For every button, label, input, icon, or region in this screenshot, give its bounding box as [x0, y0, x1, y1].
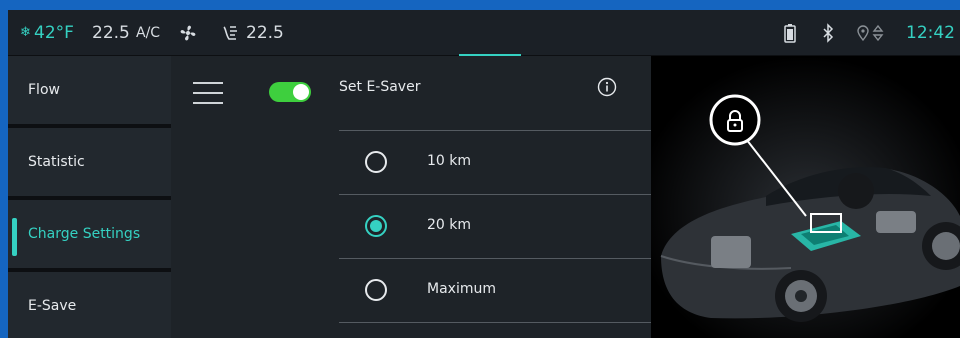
battery-icon [784, 10, 796, 55]
option-label: 10 km [427, 153, 472, 169]
e-saver-toggle[interactable] [269, 82, 311, 102]
snowflake-icon: ❄ [20, 25, 31, 40]
bluetooth-icon [822, 10, 834, 55]
menu-icon[interactable] [193, 82, 223, 104]
radio-button[interactable] [365, 279, 387, 301]
temp-right[interactable]: 22.5 [246, 10, 284, 55]
settings-panel: Set E-Saver 10 km 20 km Maximum [171, 56, 651, 338]
sidebar: Flow Statistic Charge Settings E-Save [8, 56, 171, 338]
infotainment-screen: ❄ 42°F 22.5 A/C 22.5 12:42 Flow Statisti… [8, 10, 960, 338]
temp-left[interactable]: 22.5 [92, 10, 130, 55]
vehicle-visualization [651, 56, 960, 338]
sidebar-item-flow[interactable]: Flow [8, 56, 171, 124]
radio-button-selected[interactable] [365, 215, 387, 237]
sidebar-item-charge-settings[interactable]: Charge Settings [8, 200, 171, 268]
option-label: 20 km [427, 217, 472, 233]
radio-button[interactable] [365, 151, 387, 173]
sidebar-item-e-save[interactable]: E-Save [8, 272, 171, 338]
fan-icon[interactable] [178, 10, 198, 55]
option-20-km[interactable]: 20 km [339, 195, 651, 258]
ac-button[interactable]: A/C [136, 10, 160, 55]
divider [339, 322, 651, 323]
sidebar-item-statistic[interactable]: Statistic [8, 128, 171, 196]
status-bar: ❄ 42°F 22.5 A/C 22.5 12:42 [8, 10, 960, 55]
e-saver-title: Set E-Saver [339, 79, 421, 95]
sidebar-item-label: Statistic [28, 154, 85, 170]
info-icon[interactable] [597, 77, 617, 97]
sidebar-item-label: Charge Settings [28, 226, 141, 242]
lock-icon[interactable] [711, 96, 759, 144]
outside-temperature: 42°F [34, 22, 74, 43]
sidebar-item-label: Flow [28, 82, 60, 98]
option-maximum[interactable]: Maximum [339, 259, 651, 322]
option-label: Maximum [427, 281, 496, 297]
active-indicator [12, 218, 17, 256]
clock: 12:42 [906, 22, 955, 43]
location-signal-icon [856, 10, 888, 55]
sidebar-item-label: E-Save [28, 298, 77, 314]
option-10-km[interactable]: 10 km [339, 131, 651, 194]
seat-airflow-icon[interactable] [220, 10, 242, 55]
